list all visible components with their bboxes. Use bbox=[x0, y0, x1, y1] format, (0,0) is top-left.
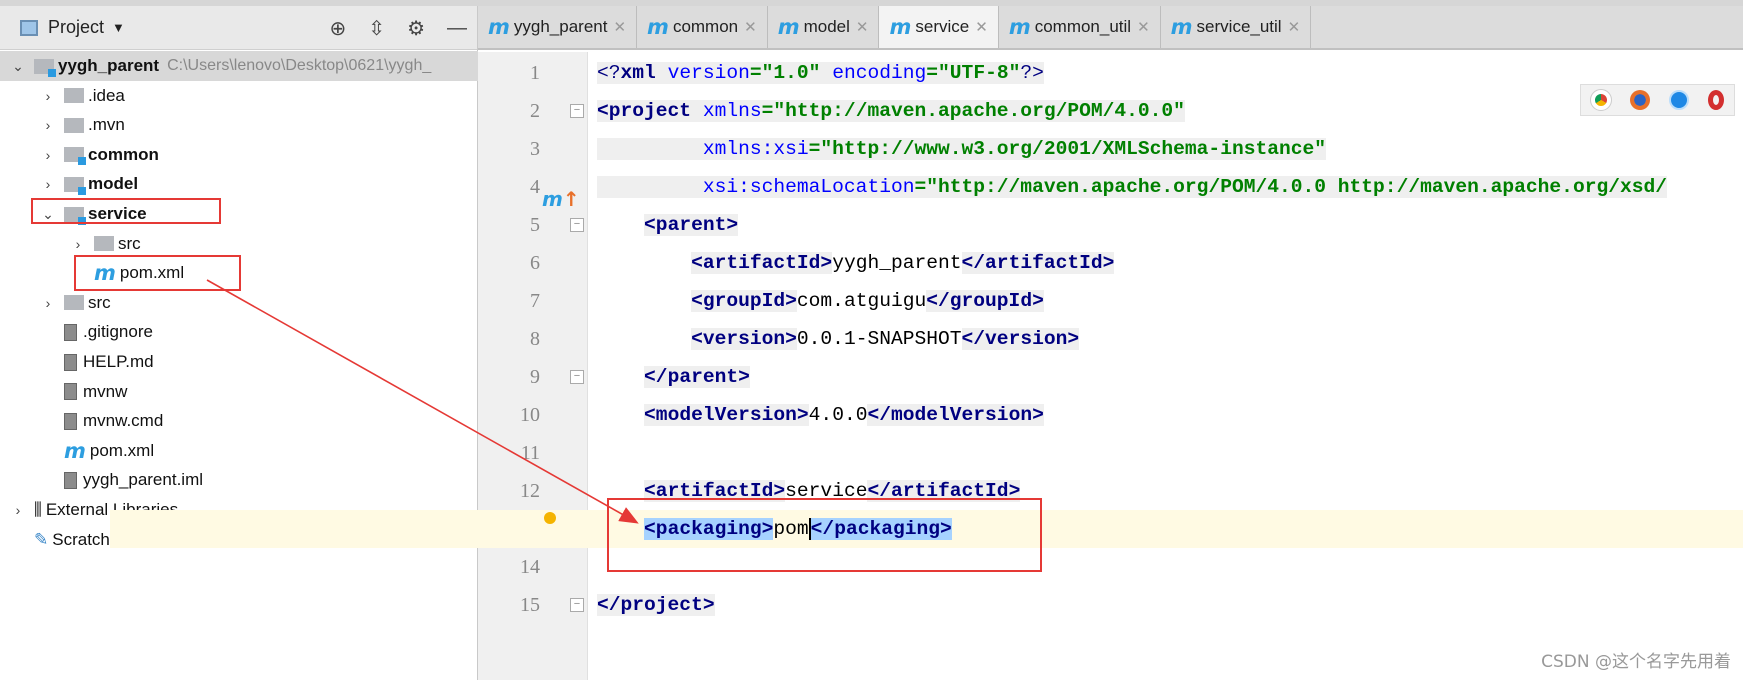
annotation-arrow bbox=[206, 279, 639, 524]
watermark: CSDN @这个名字先用着 bbox=[1541, 652, 1731, 672]
